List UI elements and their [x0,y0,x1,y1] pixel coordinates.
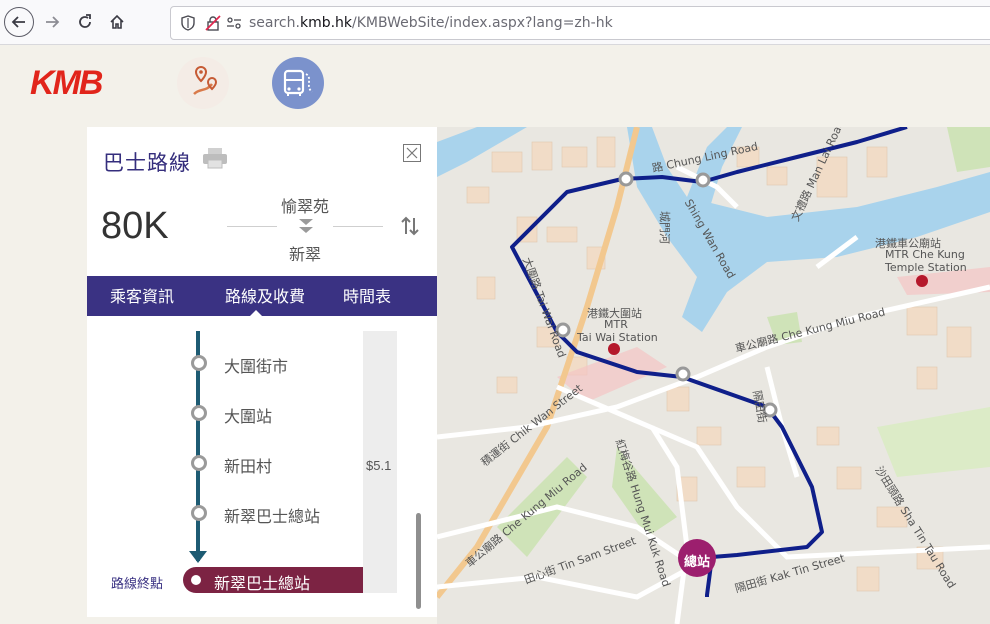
fare-value: $5.1 [366,458,392,473]
terminus-badge[interactable]: 總站 [678,551,716,570]
permissions-icon[interactable] [226,15,242,31]
arrow-left-icon [11,16,25,28]
terminal-stop-name[interactable]: 新翠巴士總站 [214,570,310,594]
home-icon [110,14,124,29]
kmb-logo-mark: KMB [30,64,105,102]
direction-divider-right [333,226,383,227]
url-path: /KMBWebSite/index.aspx?lang=zh-hk [352,15,613,31]
map-station-label: MTR [604,318,628,331]
stop-name[interactable]: 大圍站 [224,403,272,427]
arrow-right-icon [46,16,60,28]
map-station-label: Tai Wai Station [577,331,658,344]
tab-passenger-info[interactable]: 乘客資訊 [87,276,197,316]
browser-toolbar: search.kmb.hk/KMBWebSite/index.aspx?lang… [0,0,990,45]
route-number: 80K [101,205,169,247]
stop-name[interactable]: 大圍街市 [224,353,288,377]
tab-route-and-fares[interactable]: 路線及收費 [205,276,325,316]
stop-marker [191,405,207,421]
map-station-label: Temple Station [885,261,967,274]
url-prefix: search. [249,15,300,31]
route-planner-button[interactable] [177,57,229,109]
route-panel: 巴士路線 80K 愉翠苑 新翠 乘客資訊 路線及收費 時間表 $5.1 大圍街市… [87,127,437,617]
bus-route-icon [283,69,313,96]
home-button[interactable] [102,7,132,37]
stop-list-scrollbar-thumb[interactable] [416,513,421,609]
route-direction-arrow [189,551,207,563]
address-bar[interactable]: search.kmb.hk/KMBWebSite/index.aspx?lang… [170,6,990,40]
swap-direction-icon[interactable] [399,215,421,237]
destination-stop: 新翠 [288,245,321,264]
bus-route-button[interactable] [272,57,324,109]
forward-button[interactable] [37,7,67,37]
url-text[interactable]: search.kmb.hk/KMBWebSite/index.aspx?lang… [249,7,613,39]
stop-marker [191,505,207,521]
print-icon[interactable] [202,147,228,169]
shield-icon[interactable] [181,15,195,31]
back-button[interactable] [4,7,34,37]
stop-marker [191,355,207,371]
stop-name[interactable]: 新翠巴士總站 [224,503,320,527]
kmb-logo[interactable]: KMB [30,62,110,104]
route-map[interactable]: 路 Chung Ling Road Shing Wan Road 文禮路 Man… [437,127,990,624]
terminal-label: 路線終點 [111,577,164,592]
direction-chevron-icon [299,219,313,233]
direction-divider-left [227,226,277,227]
stop-name[interactable]: 新田村 [224,453,272,477]
panel-title: 巴士路線 [103,151,191,175]
terminal-stop-marker [191,575,201,585]
active-tab-pointer [249,310,263,317]
reload-button[interactable] [70,7,100,37]
map-canvas [437,127,990,624]
stop-marker [191,455,207,471]
tab-timetable[interactable]: 時間表 [327,276,407,316]
close-button[interactable] [403,144,421,162]
route-planner-icon [193,66,218,95]
close-icon [406,147,418,159]
url-domain: kmb.hk [299,15,353,31]
reload-icon [79,14,91,28]
svg-text:KMB: KMB [30,64,103,100]
origin-stop: 愉翠苑 [280,197,329,216]
map-road-label: 城門河 [658,211,671,244]
map-station-label: MTR Che Kung [885,248,965,261]
insecure-lock-icon[interactable] [205,15,221,31]
